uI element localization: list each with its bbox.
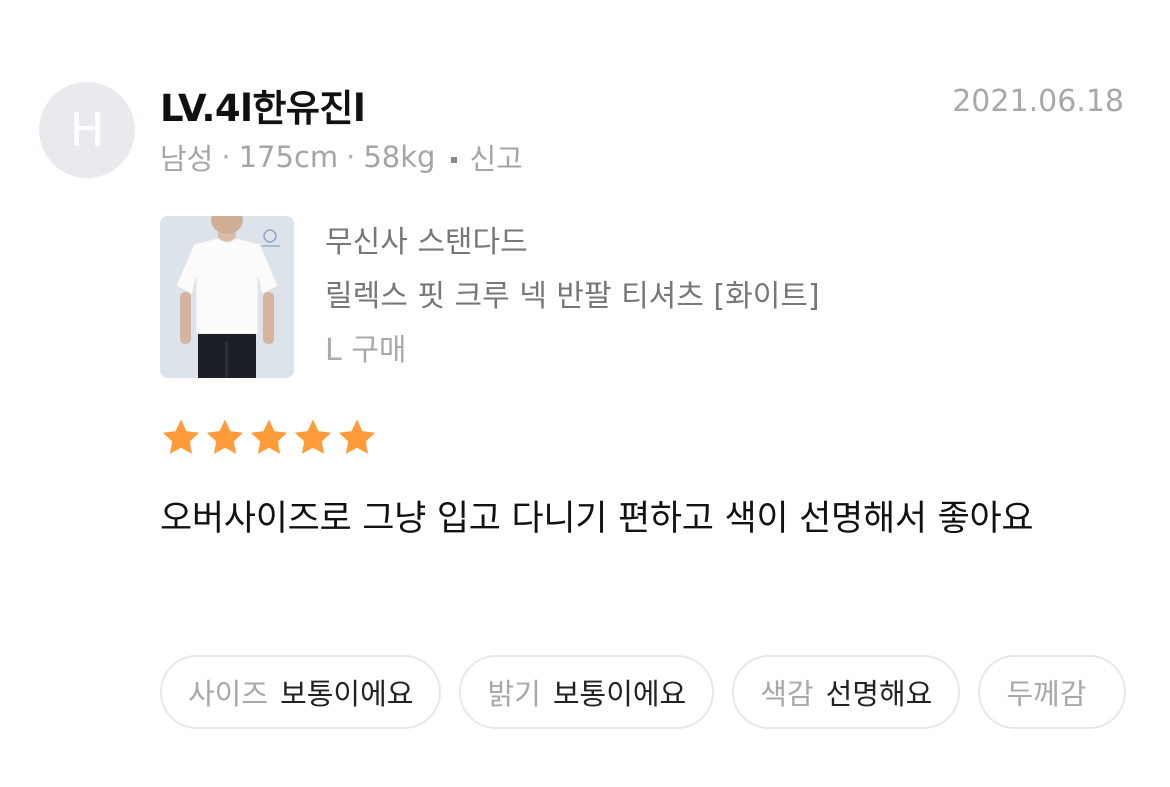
product-info[interactable]: 무신사 스탠다드 릴렉스 핏 크루 넥 반팔 티셔츠 [화이트] L 구매 bbox=[325, 216, 820, 378]
star-icon bbox=[336, 417, 378, 459]
review-card: H LV.4l한유진l 2021.06.18 남성 · 175cm · 58kg… bbox=[0, 0, 1170, 787]
meta-separator: · bbox=[221, 140, 231, 174]
report-link[interactable]: 신고 bbox=[469, 136, 522, 178]
review-date: 2021.06.18 bbox=[952, 84, 1124, 119]
tag-key: 두께감 bbox=[1006, 677, 1087, 711]
star-icon bbox=[292, 417, 334, 459]
user-weight: 58kg bbox=[363, 140, 436, 174]
product-name[interactable]: 릴렉스 핏 크루 넥 반팔 티셔츠 [화이트] bbox=[325, 270, 820, 324]
meta-separator: · bbox=[346, 140, 356, 174]
tag-chip-thickness[interactable]: 두께감 bbox=[978, 655, 1127, 729]
product-brand[interactable]: 무신사 스탠다드 bbox=[325, 216, 820, 270]
star-icon bbox=[160, 417, 202, 459]
tag-chip-color[interactable]: 색감 선명해요 bbox=[732, 655, 961, 729]
user-meta: 남성 · 175cm · 58kg 신고 bbox=[160, 136, 523, 178]
tag-chip-size[interactable]: 사이즈 보통이에요 bbox=[160, 655, 442, 729]
star-icon bbox=[248, 417, 290, 459]
tag-key: 사이즈 bbox=[188, 677, 269, 711]
avatar[interactable]: H bbox=[39, 82, 135, 178]
rating-stars bbox=[160, 417, 378, 459]
review-text: 오버사이즈로 그냥 입고 다니기 편하고 색이 선명해서 좋아요 bbox=[160, 499, 1034, 539]
white-tshirt-model-photo-icon bbox=[160, 216, 294, 378]
user-height: 175cm bbox=[238, 140, 339, 174]
tag-value: 보통이에요 bbox=[552, 677, 687, 711]
username[interactable]: LV.4l한유진l bbox=[160, 78, 366, 132]
report-dot-icon bbox=[451, 157, 458, 163]
star-icon bbox=[204, 417, 246, 459]
tag-value: 선명해요 bbox=[825, 677, 933, 711]
tag-chip-brightness[interactable]: 밝기 보통이에요 bbox=[459, 655, 715, 729]
tag-value: 보통이에요 bbox=[280, 677, 414, 711]
purchase-option: L 구매 bbox=[325, 333, 407, 368]
user-gender: 남성 bbox=[160, 142, 214, 176]
tag-key: 밝기 bbox=[487, 677, 541, 711]
review-tags: 사이즈 보통이에요 밝기 보통이에요 색감 선명해요 두께감 bbox=[160, 655, 1127, 729]
tag-key: 색감 bbox=[760, 677, 814, 711]
avatar-letter: H bbox=[69, 103, 105, 157]
product-thumbnail[interactable] bbox=[160, 216, 294, 378]
